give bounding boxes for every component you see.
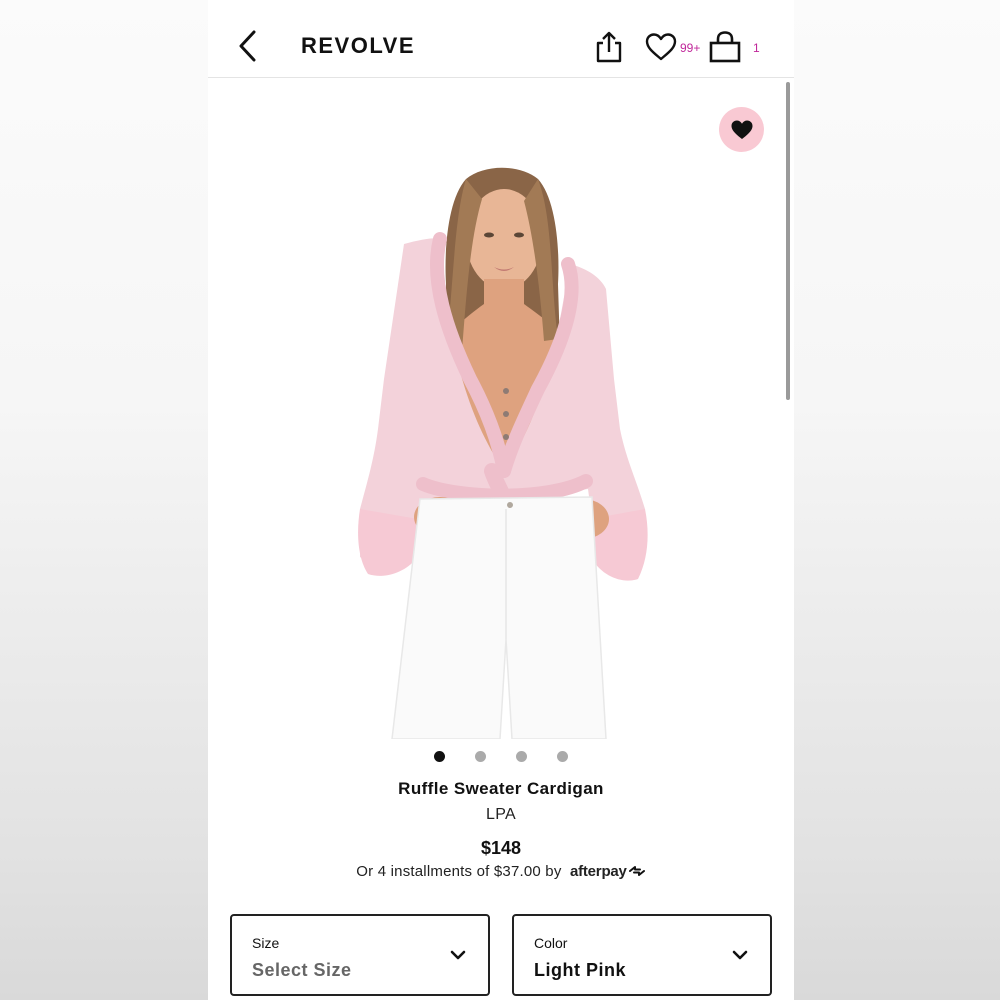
background-right: [794, 0, 1000, 1000]
top-nav-bar: REVOLVE 99+ 1: [208, 0, 794, 78]
chevron-down-icon: [732, 950, 748, 960]
product-title: Ruffle Sweater Cardigan: [398, 779, 604, 798]
share-icon: [596, 31, 622, 63]
shopping-bag-icon: [709, 31, 741, 63]
favorite-button[interactable]: [719, 107, 764, 152]
carousel-dot-3[interactable]: [516, 751, 527, 762]
product-brand-link[interactable]: LPA: [208, 806, 794, 824]
afterpay-logo-icon: [628, 866, 645, 876]
size-select[interactable]: Size Select Size: [230, 914, 490, 996]
installments-text: Or 4 installments of $37.00 by: [356, 863, 562, 880]
color-select-label: Color: [534, 935, 568, 951]
product-image-carousel[interactable]: [208, 79, 794, 740]
chevron-down-icon: [450, 950, 466, 960]
shopping-bag-button[interactable]: [708, 30, 742, 66]
back-button[interactable]: [234, 28, 262, 64]
bag-count-badge: 1: [753, 41, 760, 55]
back-arrow-icon: [239, 30, 256, 62]
carousel-dot-1[interactable]: [434, 751, 445, 762]
scrollbar[interactable]: [786, 82, 790, 400]
color-select-value: Light Pink: [534, 960, 626, 980]
size-select-label: Size: [252, 935, 280, 951]
afterpay-logo[interactable]: afterpay: [570, 863, 646, 880]
background-left: [0, 0, 208, 1000]
app-screen: REVOLVE 99+ 1 Ruffle Sweater Cardigan LP…: [208, 0, 794, 1000]
brand-logo[interactable]: REVOLVE: [301, 33, 415, 59]
image-carousel-dots: [208, 751, 794, 763]
share-button[interactable]: [594, 30, 628, 66]
product-price: $148: [480, 838, 522, 858]
installments-info: Or 4 installments of $37.00 by afterpay: [208, 863, 794, 880]
product-photo: [358, 167, 648, 740]
color-select[interactable]: Color Light Pink: [512, 914, 772, 996]
wishlist-count-badge: 99+: [680, 41, 701, 55]
carousel-dot-2[interactable]: [475, 751, 486, 762]
size-select-value: Select Size: [252, 960, 352, 980]
carousel-dot-4[interactable]: [557, 751, 568, 762]
wishlist-button[interactable]: [644, 32, 678, 64]
heart-outline-icon: [645, 33, 677, 61]
heart-filled-icon: [731, 120, 752, 139]
afterpay-label: afterpay: [569, 863, 627, 880]
